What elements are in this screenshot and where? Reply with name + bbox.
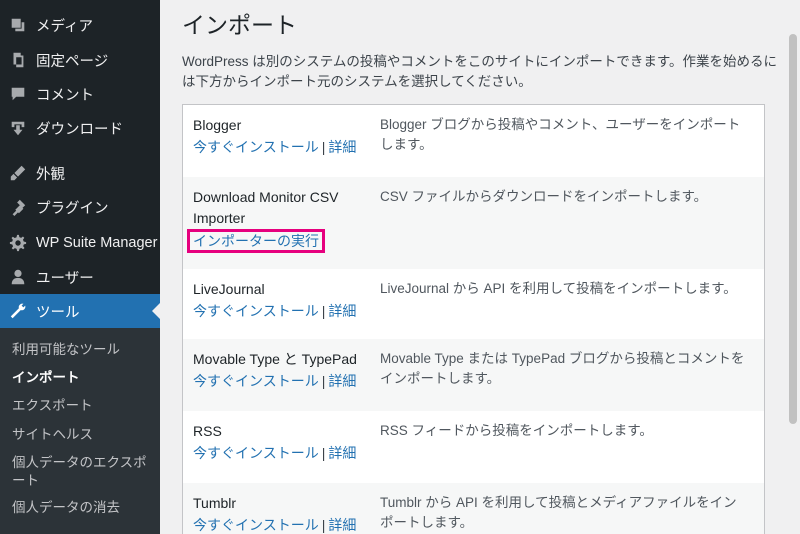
appearance-icon [0,164,36,182]
sidebar-item-wp-suite-manager[interactable]: WP Suite Manager [0,226,160,260]
importer-description: CSV ファイルからダウンロードをインポートします。 [380,189,708,204]
run-importer-link[interactable]: インポーターの実行 [187,229,325,253]
separator: | [321,373,326,389]
importer-actions: 今すぐインストール | 詳細 [193,301,356,321]
submenu-export[interactable]: エクスポート [12,397,152,415]
importer-description: Movable Type または TypePad ブログから投稿とコメントをイン… [380,351,745,386]
details-link[interactable]: 詳細 [328,373,356,389]
submenu-site-health[interactable]: サイトヘルス [12,426,152,444]
importers-table: Blogger 今すぐインストール | 詳細 Blogger ブログから投稿やコメン… [182,104,765,534]
details-link[interactable]: 詳細 [328,303,356,319]
sidebar-item-label: ユーザー [36,270,94,287]
install-now-link[interactable]: 今すぐインストール [193,445,319,461]
install-now-link[interactable]: 今すぐインストール [193,517,319,533]
sidebar-item-label: 固定ページ [36,53,109,70]
page-title: インポート [182,12,297,38]
importer-actions: 今すぐインストール | 詳細 [193,371,356,391]
sidebar-item-pages[interactable]: 固定ページ [0,43,160,77]
scrollbar-thumb[interactable] [789,34,797,424]
users-icon [0,268,36,286]
separator: | [321,303,326,319]
importer-actions: 今すぐインストール | 詳細 [193,443,356,463]
install-now-link[interactable]: 今すぐインストール [193,139,319,155]
admin-sidebar: メディア 固定ページ コメント ダウンロード 外観 プラグイン WP Suite… [0,0,160,534]
importer-name: RSS [193,423,222,439]
submenu-export-personal-data[interactable]: 個人データのエクスポート [12,454,152,490]
importer-name: Blogger [193,117,242,133]
sidebar-item-users[interactable]: ユーザー [0,260,160,294]
importer-description: RSS フィードから投稿をインポートします。 [380,423,653,438]
importer-actions: インポーターの実行 [187,229,325,253]
sidebar-item-label: メディア [36,18,93,35]
table-row: LiveJournal 今すぐインストール | 詳細 LiveJournal から … [183,269,764,339]
table-row: Download Monitor CSV Importer インポーターの実行 … [183,177,764,269]
pages-icon [0,51,36,69]
submenu-erase-personal-data[interactable]: 個人データの消去 [12,499,152,517]
table-row: RSS 今すぐインストール | 詳細 RSS フィードから投稿をインポートします。 [183,411,764,483]
sidebar-item-label: コメント [36,87,94,104]
separator: | [321,139,326,155]
importer-description: Blogger ブログから投稿やコメント、ユーザーをインポートします。 [380,117,741,152]
intro-text: WordPress は別のシステムの投稿やコメントをこのサイトにインポートできま… [182,54,778,89]
gear-icon [0,234,36,252]
details-link[interactable]: 詳細 [328,139,356,155]
sidebar-item-label: 外観 [36,166,65,183]
main-content: インポート WordPress は別のシステムの投稿やコメントをこのサイトにイン… [160,0,800,534]
table-row: Blogger 今すぐインストール | 詳細 Blogger ブログから投稿やコメン… [183,105,764,177]
sidebar-item-appearance[interactable]: 外観 [0,156,160,190]
importer-name: Movable Type と TypePad [193,351,357,367]
sidebar-item-plugins[interactable]: プラグイン [0,190,160,224]
importer-description: Tumblr から API を利用して投稿とメディアファイルをインポートします。 [380,495,737,530]
importer-name: LiveJournal [193,281,265,297]
sidebar-item-media[interactable]: メディア [0,8,160,42]
importer-name: Download Monitor CSV Importer [193,189,339,226]
importer-actions: 今すぐインストール | 詳細 [193,515,356,534]
sidebar-item-label: プラグイン [36,200,109,217]
separator: | [321,517,326,533]
table-row: Tumblr 今すぐインストール | 詳細 Tumblr から API を利用して投… [183,483,764,534]
submenu-import[interactable]: インポート [12,369,152,387]
sidebar-item-label: WP Suite Manager [36,235,158,251]
download-icon [0,119,36,137]
importer-name: Tumblr [193,495,237,511]
sidebar-item-comments[interactable]: コメント [0,77,160,111]
plugins-icon [0,198,36,216]
sidebar-item-label: ツール [36,304,80,321]
install-now-link[interactable]: 今すぐインストール [193,373,319,389]
comments-icon [0,85,36,103]
sidebar-item-tools[interactable]: ツール [0,294,160,328]
tools-submenu: 利用可能なツール インポート エクスポート サイトヘルス 個人データのエクスポー… [0,328,160,534]
importer-actions: 今すぐインストール | 詳細 [193,137,356,157]
media-icon [0,16,36,34]
details-link[interactable]: 詳細 [328,445,356,461]
separator: | [321,445,326,461]
table-row: Movable Type と TypePad 今すぐインストール | 詳細 Mova… [183,339,764,411]
scrollbar[interactable] [786,0,800,534]
sidebar-item-label: ダウンロード [36,121,123,138]
sidebar-item-downloads[interactable]: ダウンロード [0,111,160,145]
importer-description: LiveJournal から API を利用して投稿をインポートします。 [380,281,737,296]
submenu-available-tools[interactable]: 利用可能なツール [12,341,152,359]
wrench-icon [0,302,36,320]
install-now-link[interactable]: 今すぐインストール [193,303,319,319]
details-link[interactable]: 詳細 [328,517,356,533]
